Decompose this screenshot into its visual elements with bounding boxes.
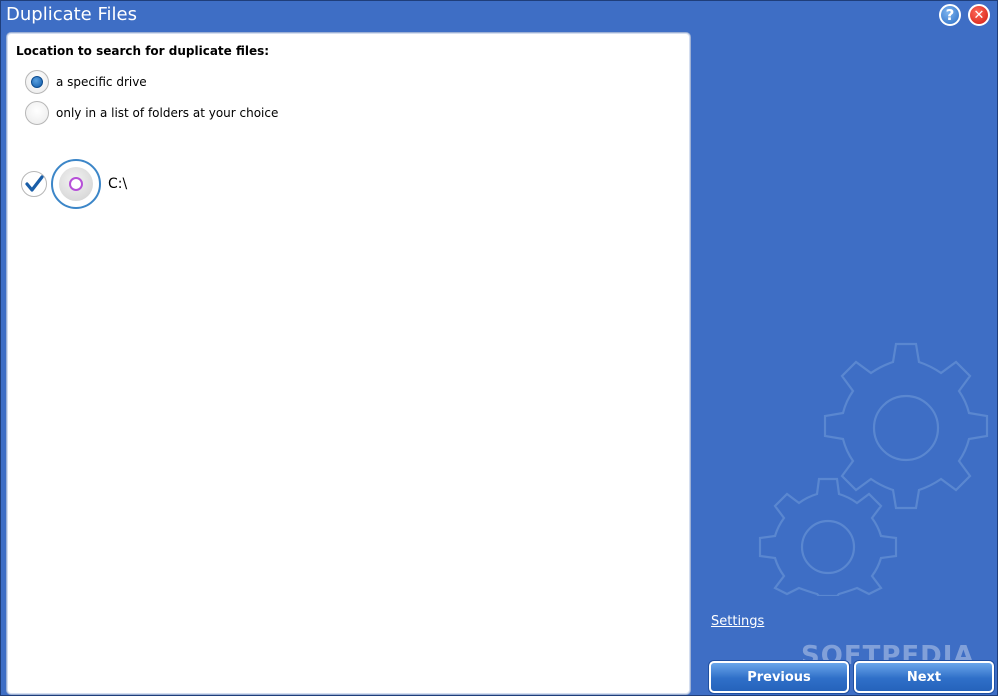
previous-button[interactable]: Previous <box>709 661 849 693</box>
close-button[interactable]: ✕ <box>968 4 990 26</box>
radio-button[interactable] <box>25 101 49 125</box>
close-icon: ✕ <box>973 7 985 23</box>
radio-dot <box>31 76 43 88</box>
main-panel: Location to search for duplicate files: … <box>6 32 691 695</box>
radio-button-selected[interactable] <box>25 70 49 94</box>
next-button[interactable]: Next <box>854 661 994 693</box>
location-heading: Location to search for duplicate files: <box>16 44 270 58</box>
drive-item: C:\ <box>21 159 127 209</box>
disc-drive-icon <box>51 159 101 209</box>
help-button[interactable]: ? <box>939 4 961 26</box>
settings-link[interactable]: Settings <box>711 614 764 629</box>
disc-icon <box>59 167 93 201</box>
option-label: a specific drive <box>56 75 147 89</box>
drive-checkbox[interactable] <box>21 171 47 197</box>
help-icon: ? <box>945 6 955 24</box>
option-label: only in a list of folders at your choice <box>56 106 279 120</box>
window-title: Duplicate Files <box>6 4 137 25</box>
app-window: Duplicate Files ? ✕ Location to search f… <box>0 0 998 696</box>
gears-icon <box>758 342 989 596</box>
option-specific-drive[interactable]: a specific drive <box>25 70 147 94</box>
drive-label: C:\ <box>108 176 128 192</box>
option-folder-list[interactable]: only in a list of folders at your choice <box>25 101 278 125</box>
checkmark-icon <box>25 175 44 192</box>
